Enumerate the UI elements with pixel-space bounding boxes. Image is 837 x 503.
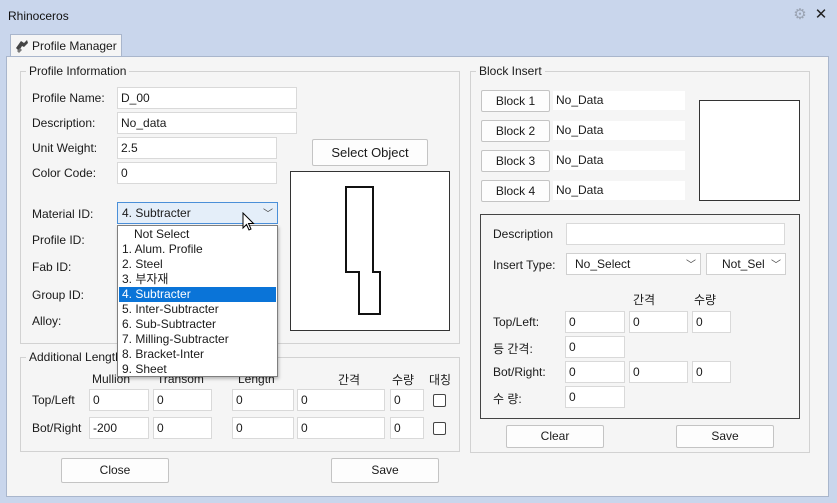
save-button[interactable]: Save <box>331 458 439 483</box>
unit-weight-input[interactable]: 2.5 <box>117 137 277 159</box>
equal-gap-label: 등 간격: <box>493 342 533 356</box>
equal-gap-input[interactable]: 0 <box>565 336 625 358</box>
symmetry-top-checkbox[interactable] <box>433 394 446 407</box>
row-top-left-label: Top/Left <box>32 393 75 407</box>
count-label: 수 량: <box>493 392 522 406</box>
gap-header: 간격 <box>338 373 361 387</box>
dropdown-option[interactable]: 7. Milling-Subtracter <box>119 332 276 347</box>
insert-type-label: Insert Type: <box>493 258 556 272</box>
block-3-value: No_Data <box>553 151 685 170</box>
dropdown-option[interactable]: 9. Sheet <box>119 362 276 377</box>
sym-header: 대칭 <box>429 373 452 387</box>
qty-header: 수량 <box>392 373 415 387</box>
dropdown-option[interactable]: 5. Inter-Subtracter <box>119 302 276 317</box>
dropdown-option[interactable]: 6. Sub-Subtracter <box>119 317 276 332</box>
block-bot-right-label: Bot/Right: <box>493 365 546 379</box>
mullion-bot-input[interactable]: -200 <box>89 417 149 439</box>
block-top-left-qty-input[interactable]: 0 <box>692 311 731 333</box>
insert-type2-value: Not_Sel <box>722 257 765 271</box>
insert-type2-select[interactable]: Not_Sel ﹀ <box>706 253 786 275</box>
qty-top-input[interactable]: 0 <box>390 389 424 411</box>
title-bar: Rhinoceros ⚙ ✕ <box>0 0 837 32</box>
length-top-input[interactable]: 0 <box>232 389 294 411</box>
qty-bot-input[interactable]: 0 <box>390 417 424 439</box>
block-bot-right-gap-input[interactable]: 0 <box>629 361 688 383</box>
block-qty-header: 수량 <box>694 293 717 307</box>
profile-name-input[interactable]: D_00 <box>117 87 297 109</box>
block-4-button[interactable]: Block 4 <box>481 180 550 202</box>
gap-bot-input[interactable]: 0 <box>297 417 385 439</box>
material-id-value: 4. Subtracter <box>122 206 191 220</box>
block-1-value: No_Data <box>553 91 685 110</box>
description-label: Description: <box>32 116 96 130</box>
block-top-left-input-1[interactable]: 0 <box>565 311 625 333</box>
count-input[interactable]: 0 <box>565 386 625 408</box>
profile-manager-icon <box>16 40 28 53</box>
block-top-left-gap-input[interactable]: 0 <box>629 311 688 333</box>
block-description-label: Description <box>493 227 554 241</box>
length-bot-input[interactable]: 0 <box>232 417 294 439</box>
close-icon[interactable]: ✕ <box>812 6 830 24</box>
material-id-label: Material ID: <box>32 207 94 221</box>
block-2-value: No_Data <box>553 121 685 140</box>
additional-length-label: Additional Length <box>26 350 125 364</box>
block-2-button[interactable]: Block 2 <box>481 120 550 142</box>
tab-profile-manager[interactable]: Profile Manager <box>10 34 122 57</box>
block-4-value: No_Data <box>553 181 685 200</box>
block-description-input[interactable] <box>566 223 785 245</box>
fab-id-label: Fab ID: <box>32 260 72 274</box>
color-code-input[interactable]: 0 <box>117 162 277 184</box>
description-input[interactable]: No_data <box>117 112 297 134</box>
block-1-button[interactable]: Block 1 <box>481 90 550 112</box>
clear-button[interactable]: Clear <box>506 425 604 448</box>
block-bot-right-qty-input[interactable]: 0 <box>692 361 731 383</box>
profile-preview <box>290 171 450 331</box>
group-id-label: Group ID: <box>32 288 85 302</box>
transom-top-input[interactable]: 0 <box>153 389 212 411</box>
block-3-button[interactable]: Block 3 <box>481 150 550 172</box>
material-dropdown-list: Not Select 1. Alum. Profile 2. Steel 3. … <box>117 225 278 377</box>
gear-icon[interactable]: ⚙ <box>792 7 808 23</box>
block-insert-label: Block Insert <box>476 64 545 78</box>
symmetry-bot-checkbox[interactable] <box>433 422 446 435</box>
insert-type-value: No_Select <box>575 257 631 271</box>
dropdown-option[interactable]: 8. Bracket-Inter <box>119 347 276 362</box>
row-bot-right-label: Bot/Right <box>32 421 82 435</box>
profile-id-label: Profile ID: <box>32 233 85 247</box>
window-title: Rhinoceros <box>8 9 69 23</box>
color-code-label: Color Code: <box>32 166 97 180</box>
profile-name-label: Profile Name: <box>32 91 105 105</box>
dropdown-option[interactable]: 1. Alum. Profile <box>119 242 276 257</box>
profile-information-label: Profile Information <box>26 64 130 78</box>
gap-top-input[interactable]: 0 <box>297 389 385 411</box>
dropdown-option-selected[interactable]: 4. Subtracter <box>119 287 276 302</box>
chevron-down-icon: ﹀ <box>263 209 273 220</box>
select-object-button[interactable]: Select Object <box>312 139 428 166</box>
block-bot-right-input-1[interactable]: 0 <box>565 361 625 383</box>
chevron-down-icon: ﹀ <box>771 260 781 271</box>
cursor-icon <box>242 212 255 231</box>
alloy-label: Alloy: <box>32 314 62 328</box>
close-button[interactable]: Close <box>61 458 169 483</box>
transom-bot-input[interactable]: 0 <box>153 417 212 439</box>
block-gap-header: 간격 <box>633 293 656 307</box>
block-preview <box>699 100 800 201</box>
insert-type-select[interactable]: No_Select ﹀ <box>566 253 701 275</box>
tab-label: Profile Manager <box>32 39 117 53</box>
profile-shape-drawing <box>345 186 381 315</box>
block-top-left-label: Top/Left: <box>493 315 540 329</box>
dropdown-option[interactable]: 2. Steel <box>119 257 276 272</box>
block-save-button[interactable]: Save <box>676 425 774 448</box>
chevron-down-icon: ﹀ <box>686 260 696 271</box>
dropdown-option[interactable]: 3. 부자재 <box>119 272 276 287</box>
mullion-top-input[interactable]: 0 <box>89 389 149 411</box>
unit-weight-label: Unit Weight: <box>32 141 98 155</box>
